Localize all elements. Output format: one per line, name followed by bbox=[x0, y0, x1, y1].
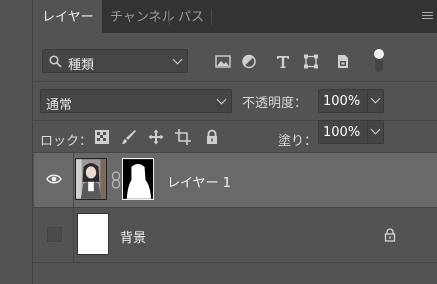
eye-icon[interactable] bbox=[46, 173, 62, 185]
smart-object-filter-icon[interactable] bbox=[334, 53, 352, 70]
left-strip bbox=[0, 0, 33, 284]
visibility-toggle[interactable] bbox=[34, 208, 74, 262]
filter-kind-select[interactable]: 種類 bbox=[42, 49, 188, 73]
lock-image-pixels-icon[interactable] bbox=[121, 129, 137, 145]
fill-label: 塗り： bbox=[278, 134, 318, 149]
opacity-value: 100% bbox=[323, 94, 361, 109]
divider bbox=[34, 81, 437, 82]
lock-icon[interactable] bbox=[384, 228, 396, 242]
lock-artboard-icon[interactable] bbox=[175, 129, 191, 145]
opacity-dropdown-button[interactable] bbox=[367, 90, 383, 112]
fill-value: 100% bbox=[323, 125, 361, 140]
blend-mode-value: 通常 bbox=[46, 98, 73, 113]
layers-panel: レイヤー チャンネル パス 種類 通常 不透明度： 100% ロック： 塗り： … bbox=[34, 0, 437, 284]
panel-menu-icon[interactable] bbox=[422, 12, 433, 21]
visibility-checkbox[interactable] bbox=[47, 227, 62, 242]
layer-row[interactable]: レイヤー 1 bbox=[34, 153, 437, 207]
panel-tab-bar: レイヤー チャンネル パス bbox=[34, 0, 437, 33]
lock-all-icon[interactable] bbox=[204, 129, 220, 145]
chevron-down-icon bbox=[370, 124, 381, 135]
chevron-down-icon bbox=[172, 54, 183, 65]
visibility-toggle[interactable] bbox=[34, 153, 74, 207]
lock-position-icon[interactable] bbox=[148, 129, 164, 145]
link-icon[interactable] bbox=[111, 171, 121, 189]
panel-body: 種類 通常 不透明度： 100% ロック： 塗り： 100% レイヤー 1 背景 bbox=[34, 33, 437, 284]
lock-transparent-pixels-icon[interactable] bbox=[94, 129, 110, 145]
adjustment-filter-icon[interactable] bbox=[240, 53, 258, 70]
blend-mode-select[interactable]: 通常 bbox=[40, 89, 232, 113]
chevron-down-icon bbox=[370, 93, 381, 104]
layer-mask-thumbnail[interactable] bbox=[122, 158, 154, 200]
search-icon bbox=[49, 55, 62, 68]
background-thumbnail[interactable] bbox=[77, 213, 109, 255]
opacity-label: 不透明度： bbox=[242, 96, 308, 111]
filter-kind-label: 種類 bbox=[68, 58, 95, 73]
fill-dropdown-button[interactable] bbox=[367, 121, 383, 143]
image-filter-icon[interactable] bbox=[214, 53, 232, 70]
layer-thumbnail[interactable] bbox=[75, 158, 107, 200]
type-filter-icon[interactable] bbox=[274, 53, 292, 70]
chevron-down-icon bbox=[216, 94, 227, 105]
filter-toggle-icon[interactable] bbox=[372, 47, 386, 73]
lock-label: ロック： bbox=[40, 134, 93, 149]
layer-name[interactable]: 背景 bbox=[120, 227, 146, 246]
divider bbox=[34, 262, 437, 263]
opacity-field[interactable]: 100% bbox=[318, 89, 384, 113]
tab-paths[interactable]: パス bbox=[170, 0, 212, 33]
shape-filter-icon[interactable] bbox=[302, 53, 320, 70]
tab-layers[interactable]: レイヤー bbox=[34, 0, 102, 33]
layer-row[interactable]: 背景 bbox=[34, 208, 437, 262]
layer-name[interactable]: レイヤー 1 bbox=[167, 172, 231, 191]
tab-separator bbox=[211, 9, 212, 25]
fill-field[interactable]: 100% bbox=[318, 120, 384, 144]
